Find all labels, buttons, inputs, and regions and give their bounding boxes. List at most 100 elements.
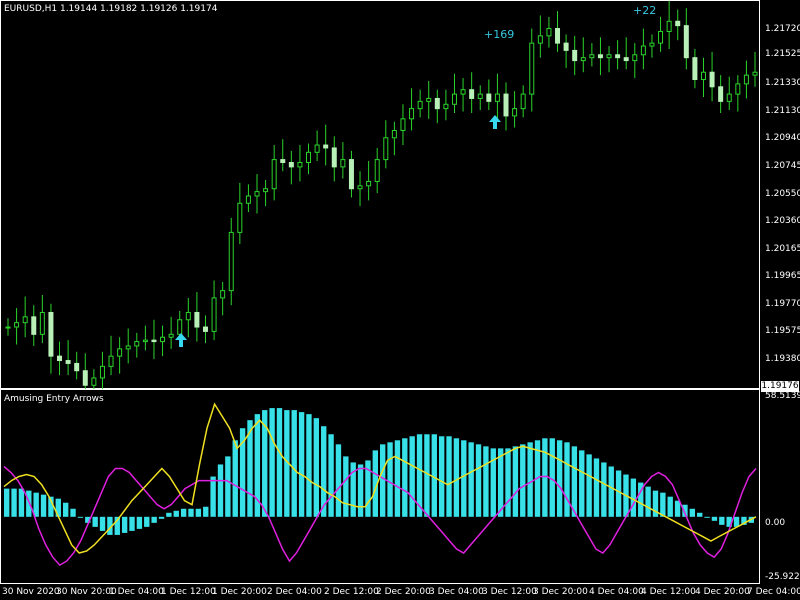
candle-body (477, 93, 483, 99)
candle-body (460, 89, 466, 95)
time-axis-label: 3 Dec 12:00 (482, 587, 537, 597)
histogram-bar (549, 438, 555, 517)
histogram-bar (4, 488, 10, 517)
time-axis-label: 2 Dec 20:00 (376, 587, 431, 597)
histogram-bar (173, 510, 179, 517)
symbol-info: EURUSD,H1 1.19144 1.19182 1.19126 1.1917… (4, 4, 218, 14)
histogram-bar (217, 464, 224, 517)
histogram-bar (402, 438, 408, 517)
candle-body (658, 30, 664, 44)
histogram-bar (121, 516, 128, 533)
candle-body (400, 118, 406, 131)
candle-body (168, 333, 174, 338)
histogram-bar (269, 408, 275, 517)
candle-body (391, 129, 397, 139)
histogram-bar (711, 516, 718, 521)
histogram-bar (571, 446, 578, 517)
candle-body (494, 93, 500, 102)
time-axis-label: 2 Dec 12:00 (324, 587, 379, 597)
histogram-bar (188, 508, 194, 517)
histogram-bar (615, 470, 622, 517)
candle-body (597, 54, 603, 59)
histogram-bar (556, 440, 563, 517)
profit-label-1: +169 (484, 28, 515, 41)
candle-body (512, 108, 518, 117)
candle-body (563, 42, 569, 51)
candle-body (331, 147, 337, 168)
chart-window[interactable]: EURUSD,H1 1.19144 1.19182 1.19126 1.1917… (0, 0, 800, 600)
candle-body (177, 319, 183, 335)
histogram-bar (291, 410, 297, 517)
candle-body (417, 100, 423, 110)
candle-body (271, 159, 277, 190)
time-axis-label: 1 Dec 20:00 (212, 587, 267, 597)
histogram-bar (136, 516, 143, 529)
price-axis-label: 1.19575 (765, 326, 800, 336)
indicator-name: Amusing Entry Arrows (4, 394, 104, 404)
price-axis-label: 1.21130 (765, 106, 800, 116)
indicator-zero-label: 0.00 (765, 518, 786, 528)
histogram-bar (704, 516, 710, 518)
histogram-bar (564, 442, 570, 517)
price-axis-label: 1.21720 (765, 24, 800, 34)
histogram-bar (335, 444, 342, 517)
candle-body (606, 54, 612, 59)
time-axis-label: 4 Dec 12:00 (641, 587, 696, 597)
histogram-bar (608, 466, 614, 517)
histogram-bar (660, 492, 666, 517)
histogram-bar (225, 456, 231, 517)
candle-body (383, 137, 389, 161)
candle-body (99, 365, 105, 379)
histogram-bar (512, 446, 519, 517)
candle-body (649, 42, 655, 47)
candle-body (5, 326, 11, 329)
candle-body (615, 54, 621, 59)
candlestick-chart[interactable] (0, 0, 760, 389)
candle-body (469, 89, 475, 99)
candle-body (228, 231, 234, 292)
histogram-bar (276, 408, 283, 517)
candle-body (623, 57, 629, 62)
candle-body (735, 83, 741, 95)
candle-body (220, 290, 226, 299)
candle-body (125, 345, 131, 350)
histogram-bar (424, 434, 430, 517)
time-axis-label: 30 Nov 2020 (2, 587, 60, 597)
candle-body (74, 362, 80, 372)
candle-body (237, 202, 243, 233)
histogram-bar (461, 440, 467, 517)
histogram-bar (601, 462, 607, 517)
indicator-chart[interactable] (0, 389, 760, 584)
candle-body (142, 339, 148, 343)
candle-body (700, 71, 706, 81)
price-axis-label: 1.21525 (765, 49, 800, 59)
candle-body (288, 162, 294, 168)
candle-body (709, 71, 715, 88)
histogram-bar (505, 448, 511, 517)
candle-body (486, 93, 492, 102)
candle-body (202, 326, 208, 332)
price-axis-label: 1.19380 (765, 354, 800, 364)
histogram-bar (166, 512, 172, 517)
price-axis-label: 1.20165 (765, 244, 800, 254)
price-axis-label: 1.21330 (765, 78, 800, 88)
histogram-bar (328, 434, 334, 517)
histogram-bar (593, 458, 600, 517)
candle-body (323, 144, 329, 149)
candle-body (297, 162, 303, 168)
candle-body (263, 188, 269, 193)
candle-body (117, 348, 123, 357)
candle-body (537, 35, 543, 44)
candle-body (245, 195, 251, 204)
histogram-bar (203, 506, 209, 517)
candle-body (503, 93, 509, 117)
price-axis-label: 1.20745 (765, 161, 800, 171)
candle-body (443, 103, 449, 110)
buy-arrow-icon (489, 115, 501, 129)
candle-body (580, 57, 586, 62)
histogram-bar (446, 436, 452, 517)
histogram-bar (180, 508, 187, 517)
candle-body (546, 28, 552, 37)
histogram-bar (542, 438, 548, 517)
profit-label-2: +22 (633, 4, 657, 17)
